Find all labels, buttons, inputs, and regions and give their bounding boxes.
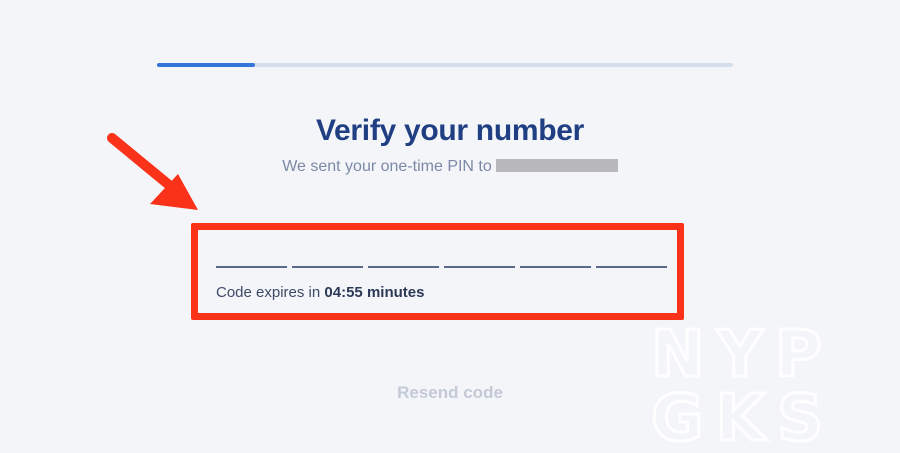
code-expiry-text: Code expires in 04:55 minutes: [216, 284, 424, 301]
watermark-line1: NYP: [651, 318, 834, 392]
watermark-line2: GKS: [651, 382, 835, 446]
progress-bar-fill: [157, 63, 255, 67]
redacted-phone-number: [495, 159, 618, 172]
pin-digit-input[interactable]: [520, 266, 591, 268]
pin-digit-input[interactable]: [216, 266, 287, 268]
arrow-annotation-icon: [107, 133, 198, 210]
expiry-prefix: Code expires in: [216, 284, 321, 301]
pin-input-group[interactable]: [216, 266, 667, 268]
expiry-suffix: minutes: [366, 284, 425, 301]
pin-digit-input[interactable]: [444, 266, 515, 268]
progress-bar: [157, 63, 733, 67]
pin-digit-input[interactable]: [292, 266, 363, 268]
expiry-countdown: 04:55: [324, 284, 363, 301]
pin-digit-input[interactable]: [596, 266, 667, 268]
highlight-annotation-box: [191, 223, 684, 320]
watermark-logo: NYP GKS: [650, 318, 835, 446]
subtitle-text: We sent your one-time PIN to: [282, 158, 492, 175]
pin-digit-input[interactable]: [368, 266, 439, 268]
